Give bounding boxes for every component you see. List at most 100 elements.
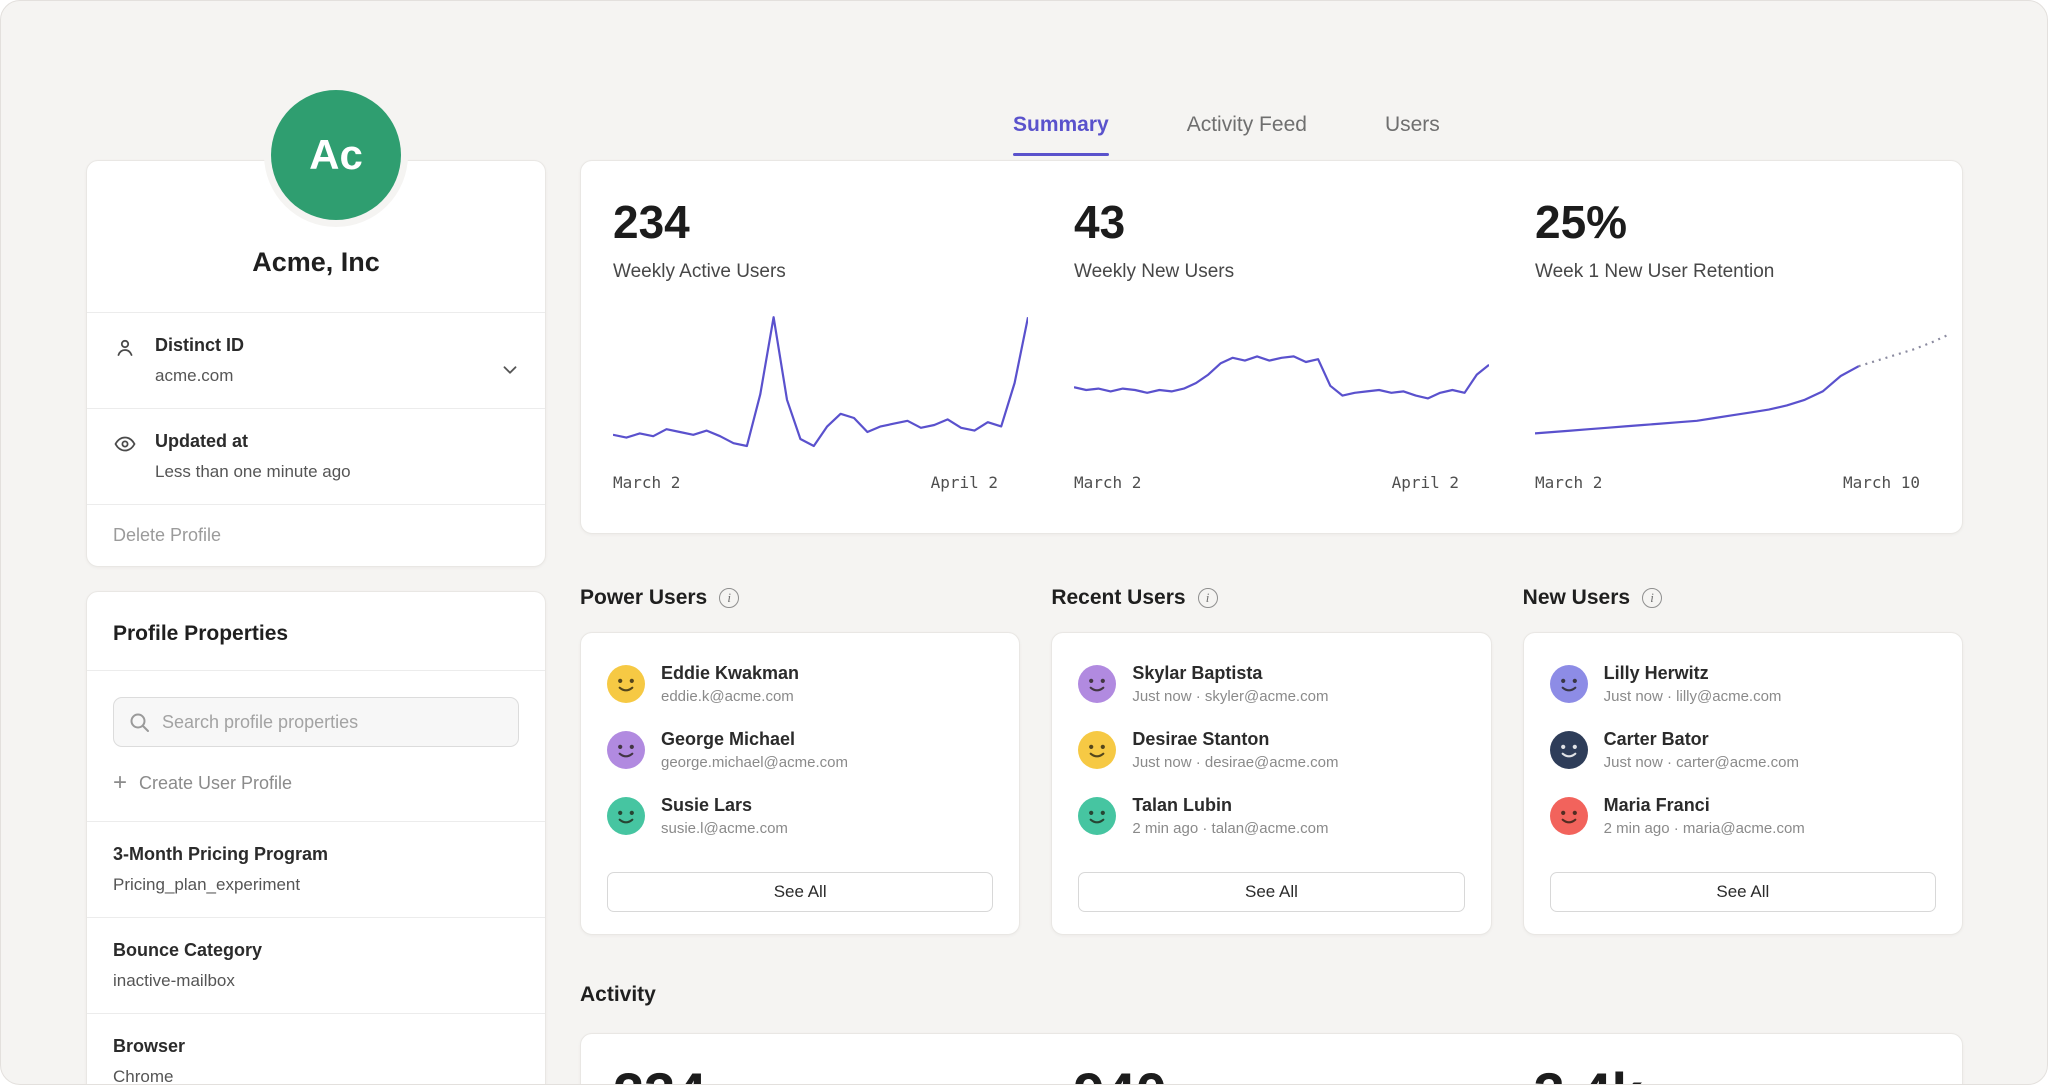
user-text: Skylar Baptista Just now · skyler@acme.c… — [1132, 663, 1328, 705]
user-text: Carter Bator Just now · carter@acme.com — [1604, 729, 1799, 771]
info-icon[interactable] — [719, 588, 739, 608]
user-name: Skylar Baptista — [1132, 663, 1328, 684]
recent-users-column: Recent Users Skylar Baptista Just now · … — [1051, 584, 1491, 935]
user-text: Lilly Herwitz Just now · lilly@acme.com — [1604, 663, 1782, 705]
company-avatar: Ac — [271, 90, 401, 220]
list-item[interactable]: Skylar Baptista Just now · skyler@acme.c… — [1078, 663, 1464, 705]
chart-axis-labels: March 2 March 10 — [1535, 473, 1950, 492]
user-meta: 2 min ago · maria@acme.com — [1604, 820, 1805, 837]
user-avatar — [607, 731, 645, 769]
search-icon — [127, 710, 151, 734]
list-item[interactable]: Maria Franci 2 min ago · maria@acme.com — [1550, 795, 1936, 837]
activity-section-title: Activity — [580, 983, 1963, 1011]
axis-label-end: April 2 — [931, 473, 998, 492]
stat-label: Week 1 New User Retention — [1535, 261, 1950, 283]
user-avatar — [1550, 731, 1588, 769]
axis-label-end: April 2 — [1392, 473, 1459, 492]
list-item[interactable]: Carter Bator Just now · carter@acme.com — [1550, 729, 1936, 771]
power-users-header: Power Users — [580, 584, 1020, 612]
list-item[interactable]: Eddie Kwakman eddie.k@acme.com — [607, 663, 993, 705]
property-value: Chrome — [113, 1067, 519, 1085]
user-name: Lilly Herwitz — [1604, 663, 1782, 684]
chevron-down-icon[interactable] — [499, 359, 521, 381]
property-row[interactable]: 3-Month Pricing Program Pricing_plan_exp… — [87, 821, 545, 917]
user-meta: susie.l@acme.com — [661, 820, 788, 837]
see-all-button[interactable]: See All — [607, 872, 993, 912]
user-text: Maria Franci 2 min ago · maria@acme.com — [1604, 795, 1805, 837]
user-avatar — [1550, 797, 1588, 835]
property-value: Pricing_plan_experiment — [113, 875, 519, 895]
user-avatar — [607, 665, 645, 703]
app-window: Ac Acme, Inc Distinct ID acme.com — [0, 0, 2048, 1085]
axis-label-end: March 10 — [1843, 473, 1920, 492]
user-name: George Michael — [661, 729, 848, 750]
distinct-id-row[interactable]: Distinct ID acme.com — [87, 312, 545, 408]
power-users-card: Eddie Kwakman eddie.k@acme.com George Mi… — [580, 632, 1020, 935]
updated-at-text: Updated at Less than one minute ago — [155, 431, 351, 482]
list-item[interactable]: George Michael george.michael@acme.com — [607, 729, 993, 771]
user-meta: Just now · skyler@acme.com — [1132, 688, 1328, 705]
distinct-id-value: acme.com — [155, 366, 244, 386]
updated-at-value: Less than one minute ago — [155, 462, 351, 482]
user-meta: Just now · carter@acme.com — [1604, 754, 1799, 771]
user-text: Susie Lars susie.l@acme.com — [661, 795, 788, 837]
stat-weekly-new-users: 43 Weekly New Users March 2 April 2 — [1042, 161, 1503, 533]
stat-week1-retention: 25% Week 1 New User Retention March 2 Ma… — [1503, 161, 1964, 533]
new-users-card: Lilly Herwitz Just now · lilly@acme.com … — [1523, 632, 1963, 935]
sparkline-chart — [1074, 309, 1489, 457]
tab-summary[interactable]: Summary — [1013, 113, 1109, 160]
user-avatar — [1078, 797, 1116, 835]
distinct-id-label: Distinct ID — [155, 335, 244, 356]
create-user-profile-button[interactable]: Create User Profile — [113, 771, 519, 795]
sparkline-chart — [1535, 309, 1950, 457]
chart-axis-labels: March 2 April 2 — [613, 473, 1028, 492]
recent-users-header: Recent Users — [1051, 584, 1491, 612]
property-row[interactable]: Browser Chrome — [87, 1013, 545, 1085]
axis-label-start: March 2 — [1074, 473, 1141, 492]
list-item[interactable]: Talan Lubin 2 min ago · talan@acme.com — [1078, 795, 1464, 837]
info-icon[interactable] — [1642, 588, 1662, 608]
search-profile-properties-input[interactable] — [113, 697, 519, 747]
divider — [87, 670, 545, 671]
info-icon[interactable] — [1198, 588, 1218, 608]
stat-value: 25% — [1535, 195, 1950, 249]
summary-stats-panel: 234 Weekly Active Users March 2 April 2 … — [580, 160, 1963, 534]
tab-activity-feed[interactable]: Activity Feed — [1187, 113, 1307, 160]
profile-properties-card: Profile Properties Create User Profile 3… — [86, 591, 546, 1085]
property-row[interactable]: Bounce Category inactive-mailbox — [87, 917, 545, 1013]
plus-icon — [113, 771, 127, 795]
profile-summary-card: Acme, Inc Distinct ID acme.com — [86, 160, 546, 567]
activity-stat-value: 3.4k — [1534, 1060, 1948, 1085]
see-all-button[interactable]: See All — [1078, 872, 1464, 912]
user-avatar — [607, 797, 645, 835]
activity-stat: 940 — [1041, 1034, 1501, 1085]
list-title: Recent Users — [1051, 586, 1185, 610]
user-name: Susie Lars — [661, 795, 788, 816]
property-name: Browser — [113, 1036, 519, 1057]
axis-label-start: March 2 — [613, 473, 680, 492]
see-all-button[interactable]: See All — [1550, 872, 1936, 912]
stat-value: 43 — [1074, 195, 1489, 249]
list-item[interactable]: Susie Lars susie.l@acme.com — [607, 795, 993, 837]
axis-label-start: March 2 — [1535, 473, 1602, 492]
property-name: 3-Month Pricing Program — [113, 844, 519, 865]
recent-users-card: Skylar Baptista Just now · skyler@acme.c… — [1051, 632, 1491, 935]
user-meta: Just now · desirae@acme.com — [1132, 754, 1338, 771]
list-item[interactable]: Desirae Stanton Just now · desirae@acme.… — [1078, 729, 1464, 771]
power-users-column: Power Users Eddie Kwakman eddie.k@acme.c… — [580, 584, 1020, 935]
delete-profile-button[interactable]: Delete Profile — [87, 504, 545, 566]
tab-users[interactable]: Users — [1385, 113, 1440, 160]
stat-label: Weekly New Users — [1074, 261, 1489, 283]
search-wrap — [113, 697, 519, 747]
activity-stat: 3.4k — [1502, 1034, 1962, 1085]
stat-value: 234 — [613, 195, 1028, 249]
activity-stat-value: 234 — [613, 1060, 1027, 1085]
user-text: Eddie Kwakman eddie.k@acme.com — [661, 663, 799, 705]
user-text: Talan Lubin 2 min ago · talan@acme.com — [1132, 795, 1328, 837]
updated-at-label: Updated at — [155, 431, 351, 452]
list-item[interactable]: Lilly Herwitz Just now · lilly@acme.com — [1550, 663, 1936, 705]
main-content: Summary Activity Feed Users 234 Weekly A… — [580, 1, 1963, 1085]
user-text: Desirae Stanton Just now · desirae@acme.… — [1132, 729, 1338, 771]
stat-label: Weekly Active Users — [613, 261, 1028, 283]
eye-icon — [113, 432, 137, 456]
